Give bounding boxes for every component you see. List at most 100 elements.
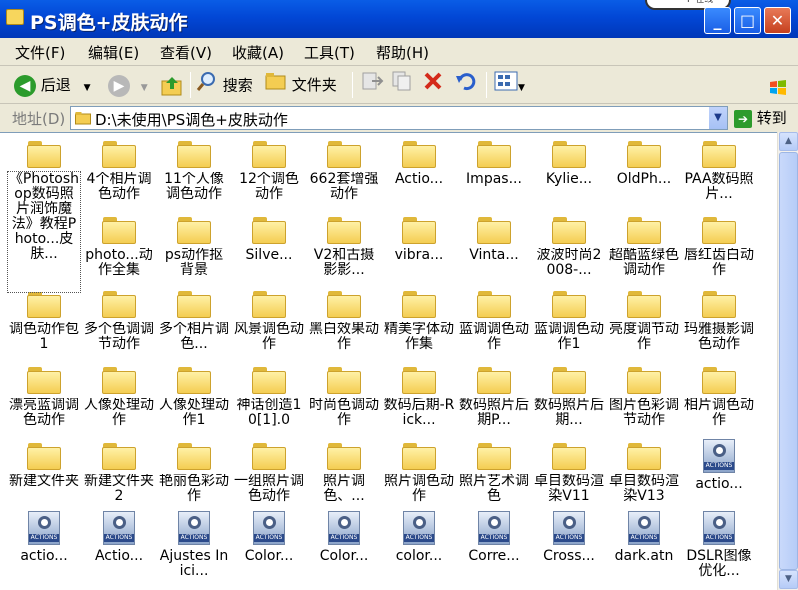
folder-item[interactable]: 精美字体动作集 <box>383 285 455 353</box>
file-list[interactable]: 《Photoshop数码照片润饰魔法》教程Photo...皮肤... 4个相片调色… <box>0 132 777 590</box>
menu-tools[interactable]: 工具(T) <box>304 42 355 63</box>
copy-to-button[interactable] <box>390 70 414 100</box>
folder-item[interactable]: ps动作抠背景 <box>158 211 230 279</box>
action-file-item[interactable]: ACTIONS Actio... <box>83 509 155 580</box>
folder-item[interactable]: 人像处理动作 <box>83 361 155 429</box>
menu-view[interactable]: 查看(V) <box>160 42 212 63</box>
folder-item[interactable]: 超酷蓝绿色调动作 <box>608 211 680 279</box>
menu-edit[interactable]: 编辑(E) <box>88 42 139 63</box>
folder-item[interactable]: 662套增强动作 <box>308 135 380 203</box>
move-to-button[interactable] <box>360 70 384 100</box>
folder-item[interactable]: 多个色调调节动作 <box>83 285 155 353</box>
maximize-button[interactable]: □ <box>734 7 761 34</box>
scrollbar-thumb[interactable] <box>779 152 798 570</box>
action-file-item[interactable]: ACTIONS Color... <box>233 509 305 580</box>
folder-icon <box>477 367 511 394</box>
folder-item[interactable]: 相片调色动作 <box>683 361 755 429</box>
folder-item[interactable]: 照片调色、... <box>308 437 380 505</box>
folder-item[interactable]: 数码后期-Rick... <box>383 361 455 429</box>
folder-item[interactable]: vibra... <box>383 211 455 279</box>
folder-item[interactable]: V2和古摄影影... <box>308 211 380 279</box>
folder-item[interactable]: 12个调色动作 <box>233 135 305 203</box>
folder-item[interactable]: 玛雅摄影调色动作 <box>683 285 755 353</box>
scroll-up-icon[interactable]: ▲ <box>779 132 798 151</box>
folder-item[interactable]: 蓝调调色动作1 <box>533 285 605 353</box>
item-label: Cross... <box>543 549 595 564</box>
item-label: 《Photoshop数码照片润饰魔法》教程Photo...皮肤... <box>7 171 81 293</box>
vertical-scrollbar[interactable]: ▲ ▼ <box>777 132 798 590</box>
search-button[interactable]: 搜索 <box>196 70 253 100</box>
folder-item[interactable]: 亮度调节动作 <box>608 285 680 353</box>
minimize-button[interactable]: _ <box>704 7 731 34</box>
menu-file[interactable]: 文件(F) <box>15 42 65 63</box>
folder-item[interactable]: 《Photoshop数码照片润饰魔法》教程Photo...皮肤... <box>7 135 81 293</box>
action-file-item[interactable]: ACTIONS Cross... <box>533 509 605 580</box>
folder-item[interactable]: 艳丽色彩动作 <box>158 437 230 505</box>
action-file-item[interactable]: ACTIONS dark.atn <box>608 509 680 580</box>
folder-item[interactable]: 唇红齿白动作 <box>683 211 755 279</box>
action-file-item[interactable]: ACTIONS actio... <box>8 509 80 580</box>
action-file-item[interactable]: ACTIONS Corre... <box>458 509 530 580</box>
folder-item[interactable]: 时尚色调动作 <box>308 361 380 429</box>
item-label: 人像处理动作1 <box>159 398 229 428</box>
folder-item[interactable]: OldPh... <box>608 135 680 203</box>
folder-item[interactable]: 新建文件夹2 <box>83 437 155 505</box>
action-file-item[interactable]: ACTIONS Ajustes Inici... <box>158 509 230 580</box>
address-input[interactable]: D:\未使用\PS调色+皮肤动作 ▼ <box>70 106 728 130</box>
back-dropdown-icon[interactable]: ▼ <box>84 83 91 93</box>
back-button[interactable]: ◀ 后退 ▼ <box>14 70 91 100</box>
folder-item[interactable]: 照片调色动作 <box>383 437 455 505</box>
folder-item[interactable]: Silve... <box>233 211 305 279</box>
folder-item[interactable]: 4个相片调色动作 <box>83 135 155 203</box>
close-button[interactable]: ✕ <box>764 7 791 34</box>
folder-item[interactable]: 新建文件夹 <box>8 437 80 505</box>
forward-dropdown-icon[interactable]: ▼ <box>141 83 148 93</box>
item-label: 蓝调调色动作1 <box>534 322 604 352</box>
folder-item[interactable]: 11个人像调色动作 <box>158 135 230 203</box>
folder-item[interactable]: Actio... <box>383 135 455 203</box>
up-folder-button[interactable] <box>160 70 184 100</box>
views-button[interactable]: ▼ <box>494 70 525 100</box>
item-label: 图片色彩调节动作 <box>609 398 679 428</box>
undo-button[interactable] <box>454 70 478 100</box>
folder-item[interactable]: photo...动作全集 <box>83 211 155 279</box>
folder-icon <box>402 443 436 470</box>
folder-icon <box>177 217 211 244</box>
folder-item[interactable]: 卓目数码渲染V13 <box>608 437 680 505</box>
folder-item[interactable]: 卓目数码渲染V11 <box>533 437 605 505</box>
scroll-down-icon[interactable]: ▼ <box>779 570 798 589</box>
action-file-item[interactable]: ACTIONS Color... <box>308 509 380 580</box>
folder-item[interactable]: Kylie... <box>533 135 605 203</box>
folder-item[interactable]: 一组照片调色动作 <box>233 437 305 505</box>
folder-item[interactable]: 照片艺术调色 <box>458 437 530 505</box>
folder-item[interactable]: 多个相片调色... <box>158 285 230 353</box>
folder-item[interactable]: 图片色彩调节动作 <box>608 361 680 429</box>
folder-item[interactable]: 蓝调调色动作 <box>458 285 530 353</box>
address-dropdown-icon[interactable]: ▼ <box>709 107 727 129</box>
folder-item[interactable]: 风景调色动作 <box>233 285 305 353</box>
action-file-item[interactable]: ACTIONS actio... <box>683 437 755 508</box>
folder-item[interactable]: Vinta... <box>458 211 530 279</box>
menu-favorites[interactable]: 收藏(A) <box>232 42 284 63</box>
folder-item[interactable]: 黑白效果动作 <box>308 285 380 353</box>
item-label: Color... <box>244 549 294 564</box>
folder-item[interactable]: 波波时尚2008-... <box>533 211 605 279</box>
folder-item[interactable]: 神话创造10[1].0 <box>233 361 305 429</box>
folder-item[interactable]: PAA数码照片... <box>683 135 755 203</box>
item-label: Kylie... <box>545 172 593 187</box>
menu-help[interactable]: 帮助(H) <box>376 42 429 63</box>
folders-button[interactable]: 文件夹 <box>265 70 337 100</box>
go-button[interactable]: ➔ 转到 <box>734 106 787 130</box>
folder-item[interactable]: 数码照片后期P... <box>458 361 530 429</box>
folder-item[interactable]: 漂亮蓝调调色动作 <box>8 361 80 429</box>
delete-button[interactable] <box>422 70 444 100</box>
folder-item[interactable]: 人像处理动作1 <box>158 361 230 429</box>
folder-item[interactable]: 调色动作包1 <box>8 285 80 353</box>
folder-icon <box>177 367 211 394</box>
action-file-item[interactable]: ACTIONS color... <box>383 509 455 580</box>
action-file-item[interactable]: ACTIONS DSLR图像优化... <box>683 509 755 580</box>
title-bar: PS调色+皮肤动作 P 在线 _ □ ✕ <box>0 0 798 38</box>
folder-item[interactable]: 数码照片后期... <box>533 361 605 429</box>
forward-button[interactable]: ▶ ▼ <box>108 70 148 100</box>
folder-item[interactable]: Impas... <box>458 135 530 203</box>
